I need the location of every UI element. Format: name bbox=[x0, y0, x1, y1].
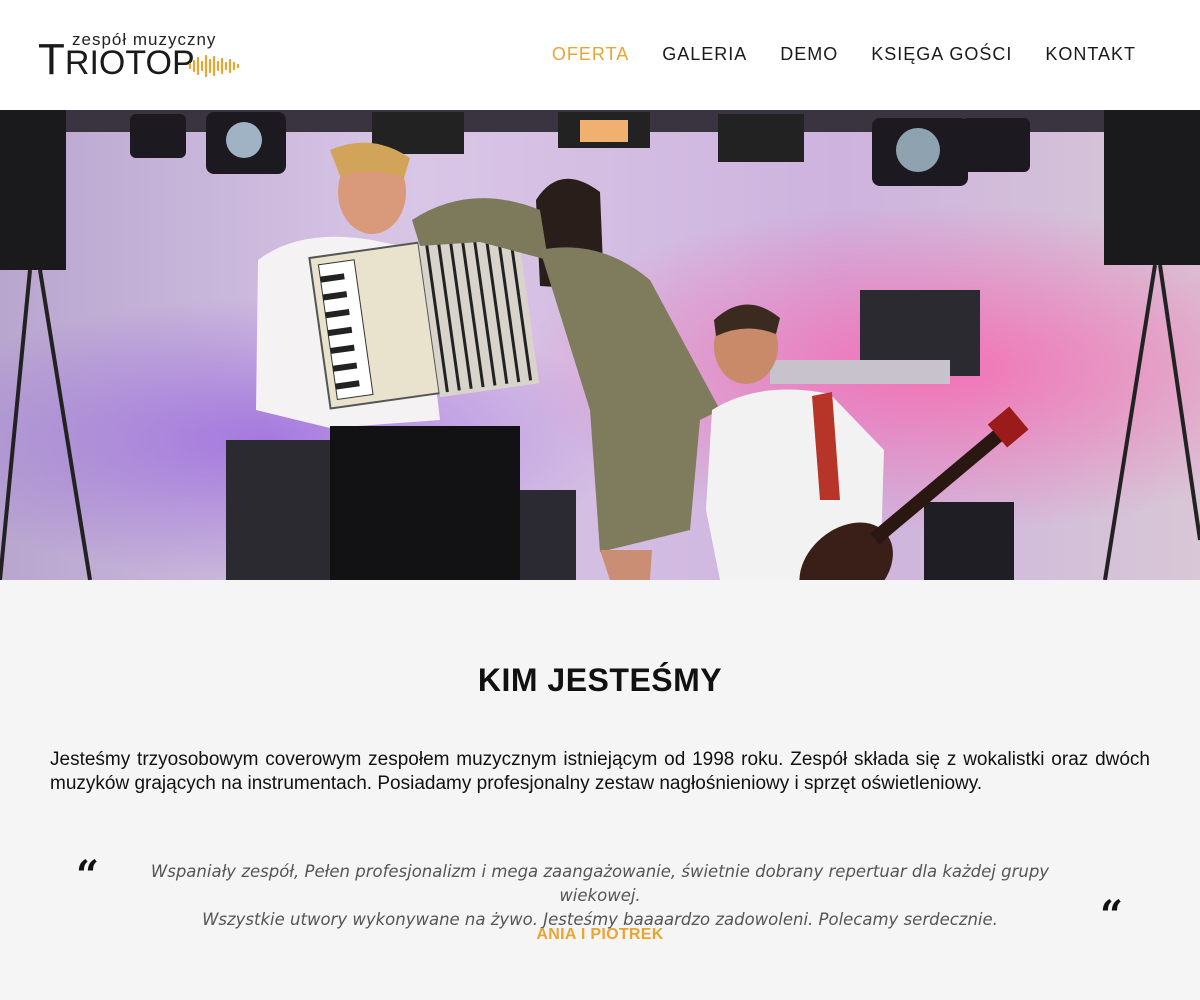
about-section: KIM JESTEŚMY Jesteśmy trzyosobowym cover… bbox=[0, 580, 1200, 1000]
testimonial-quote: Wspaniały zespół, Pełen profesjonalizm i… bbox=[110, 860, 1090, 932]
main-nav: OFERTA GALERIA DEMO KSIĘGA GOŚCI KONTAKT bbox=[552, 44, 1136, 65]
testimonial-author: ANIA I PIOTREK bbox=[536, 926, 664, 943]
logo-name-initial: T bbox=[38, 35, 65, 84]
section-title: KIM JESTEŚMY bbox=[477, 662, 723, 698]
nav-galeria[interactable]: GALERIA bbox=[662, 44, 747, 65]
sound-wave-icon bbox=[188, 54, 240, 78]
site-header: zespół muzyczny TRIOTOP OFERTA GALERIA D… bbox=[0, 0, 1200, 110]
logo-name: TRIOTOP bbox=[38, 38, 195, 83]
nav-kontakt[interactable]: KONTAKT bbox=[1045, 44, 1136, 65]
about-description: Jesteśmy trzyosobowym coverowym zespołem… bbox=[50, 749, 1150, 794]
nav-oferta[interactable]: OFERTA bbox=[552, 44, 629, 65]
hero-band-photo bbox=[0, 110, 1200, 580]
testimonial: “ Wspaniały zespół, Pełen profesjonalizm… bbox=[0, 856, 1200, 956]
nav-demo[interactable]: DEMO bbox=[780, 44, 838, 65]
logo[interactable]: zespół muzyczny TRIOTOP bbox=[38, 30, 248, 82]
band-photo bbox=[0, 110, 1200, 580]
testimonial-line-1: Wspaniały zespół, Pełen profesjonalizm i… bbox=[150, 862, 1050, 905]
logo-name-rest: RIOTOP bbox=[64, 44, 195, 82]
quote-open-icon: “ bbox=[76, 852, 100, 899]
nav-ksiega-gosci[interactable]: KSIĘGA GOŚCI bbox=[871, 44, 1012, 65]
